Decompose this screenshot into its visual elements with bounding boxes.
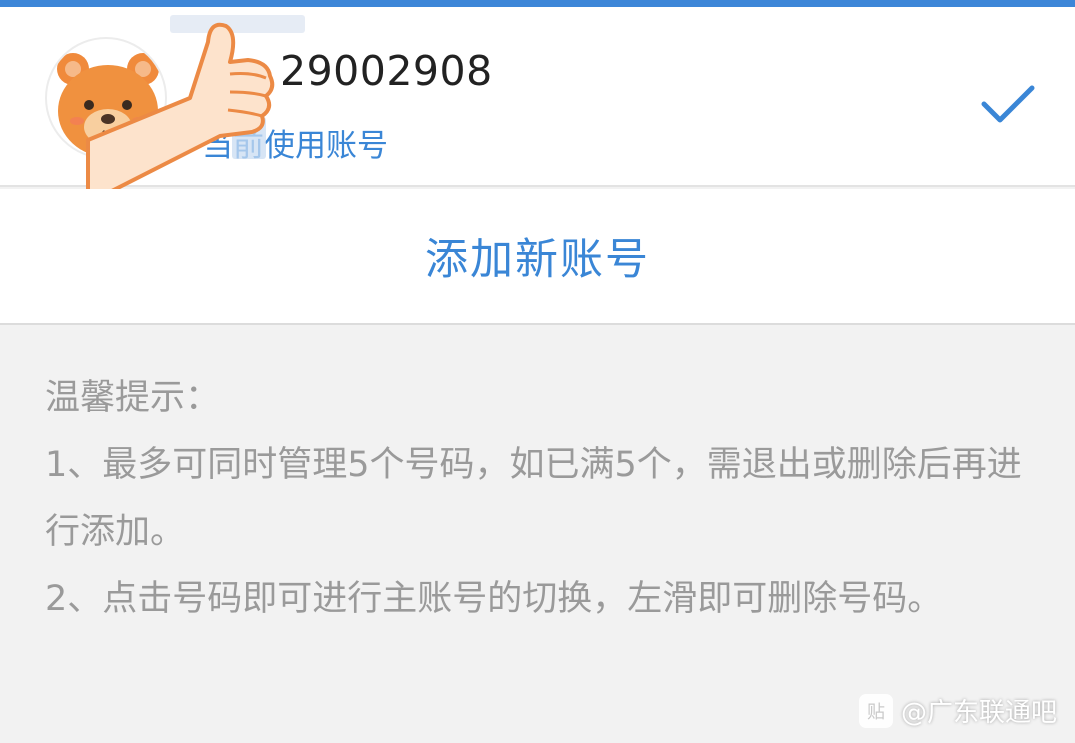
watermark: 贴 @广东联通吧 bbox=[858, 692, 1057, 729]
add-account-button[interactable]: 添加新账号 bbox=[0, 189, 1075, 325]
watermark-text: @广东联通吧 bbox=[900, 698, 1057, 728]
tip-item: 1、最多可同时管理5个号码，如已满5个，需退出或删除后再进行添加。 bbox=[45, 445, 1022, 552]
tips-section: 温馨提示： 1、最多可同时管理5个号码，如已满5个，需退出或删除后再进行添加。 … bbox=[45, 365, 1030, 633]
current-account-row[interactable]: 29002908 当前使用账号 bbox=[0, 7, 1075, 204]
tip-item: 2、点击号码即可进行主账号的切换，左滑即可删除号码。 bbox=[45, 579, 943, 619]
tips-title: 温馨提示： bbox=[45, 378, 221, 418]
account-number: 29002908 bbox=[280, 47, 493, 95]
top-accent-bar bbox=[0, 0, 1075, 7]
add-account-label: 添加新账号 bbox=[425, 235, 650, 285]
thumbs-up-icon bbox=[86, 22, 275, 204]
check-icon bbox=[981, 85, 1035, 123]
tieba-logo-icon: 贴 bbox=[858, 693, 893, 728]
